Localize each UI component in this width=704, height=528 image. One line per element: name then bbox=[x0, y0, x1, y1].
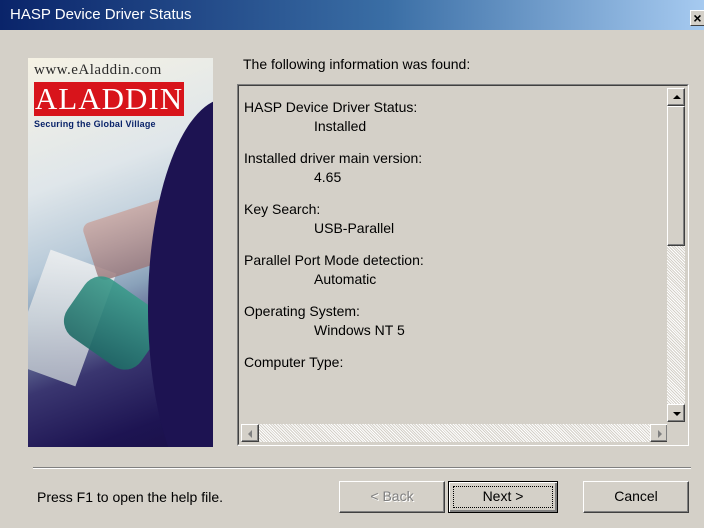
window-title: HASP Device Driver Status bbox=[10, 6, 192, 23]
entry-value: Installed bbox=[314, 118, 367, 134]
entry-value: Windows NT 5 bbox=[314, 322, 405, 338]
info-entry: Operating System: Windows NT 5 bbox=[244, 302, 654, 340]
scroll-down-button[interactable] bbox=[667, 404, 685, 422]
entry-value: Automatic bbox=[314, 271, 377, 287]
next-button[interactable]: Next > bbox=[448, 481, 558, 513]
entry-label: Parallel Port Mode detection: bbox=[244, 252, 424, 268]
arrow-left-icon bbox=[248, 430, 252, 438]
help-hint-text: Press F1 to open the help file. bbox=[37, 489, 223, 505]
back-button[interactable]: < Back bbox=[339, 481, 445, 513]
arrow-up-icon bbox=[673, 95, 681, 99]
entry-value: 4.65 bbox=[314, 169, 342, 185]
scrollbar-corner bbox=[667, 424, 685, 442]
scroll-left-button[interactable] bbox=[241, 424, 259, 442]
info-entry: Installed driver main version: 4.65 bbox=[244, 149, 654, 187]
info-entry: Computer Type: bbox=[244, 353, 654, 372]
banner-url: www.eAladdin.com bbox=[34, 62, 162, 78]
next-button-label: Next > bbox=[482, 488, 524, 504]
info-entry: Key Search: USB-Parallel bbox=[244, 200, 654, 238]
banner-tagline: Securing the Global Village bbox=[34, 119, 156, 129]
title-bar: HASP Device Driver Status × bbox=[0, 0, 704, 30]
entry-label: Installed driver main version: bbox=[244, 150, 423, 166]
banner-curve-decoration bbox=[148, 98, 213, 447]
status-info-box[interactable]: HASP Device Driver Status: Installed Ins… bbox=[237, 84, 689, 446]
arrow-right-icon bbox=[658, 430, 662, 438]
entry-label: HASP Device Driver Status: bbox=[244, 99, 418, 115]
cancel-button[interactable]: Cancel bbox=[583, 481, 689, 513]
status-info-inner: HASP Device Driver Status: Installed Ins… bbox=[238, 85, 688, 445]
scroll-up-button[interactable] bbox=[667, 88, 685, 106]
vertical-scroll-thumb[interactable] bbox=[667, 106, 685, 246]
aladdin-banner-image: www.eAladdin.com ALADDIN Securing the Gl… bbox=[28, 58, 213, 447]
scroll-right-button[interactable] bbox=[650, 424, 668, 442]
info-entry: Parallel Port Mode detection: Automatic bbox=[244, 251, 654, 289]
close-button[interactable]: × bbox=[690, 10, 704, 26]
vertical-scrollbar[interactable] bbox=[667, 88, 685, 422]
arrow-down-icon bbox=[673, 412, 681, 416]
horizontal-scrollbar[interactable] bbox=[241, 424, 668, 442]
info-heading: The following information was found: bbox=[243, 56, 471, 72]
entry-value: USB-Parallel bbox=[314, 220, 395, 236]
entry-label: Operating System: bbox=[244, 303, 360, 319]
cancel-button-label: Cancel bbox=[614, 488, 658, 504]
entry-label: Key Search: bbox=[244, 201, 321, 217]
status-info-content: HASP Device Driver Status: Installed Ins… bbox=[244, 98, 654, 385]
entry-label: Computer Type: bbox=[244, 354, 344, 370]
info-entry: HASP Device Driver Status: Installed bbox=[244, 98, 654, 136]
aladdin-logo: ALADDIN bbox=[34, 81, 184, 116]
back-button-label: < Back bbox=[370, 488, 414, 504]
footer-divider bbox=[33, 467, 691, 469]
